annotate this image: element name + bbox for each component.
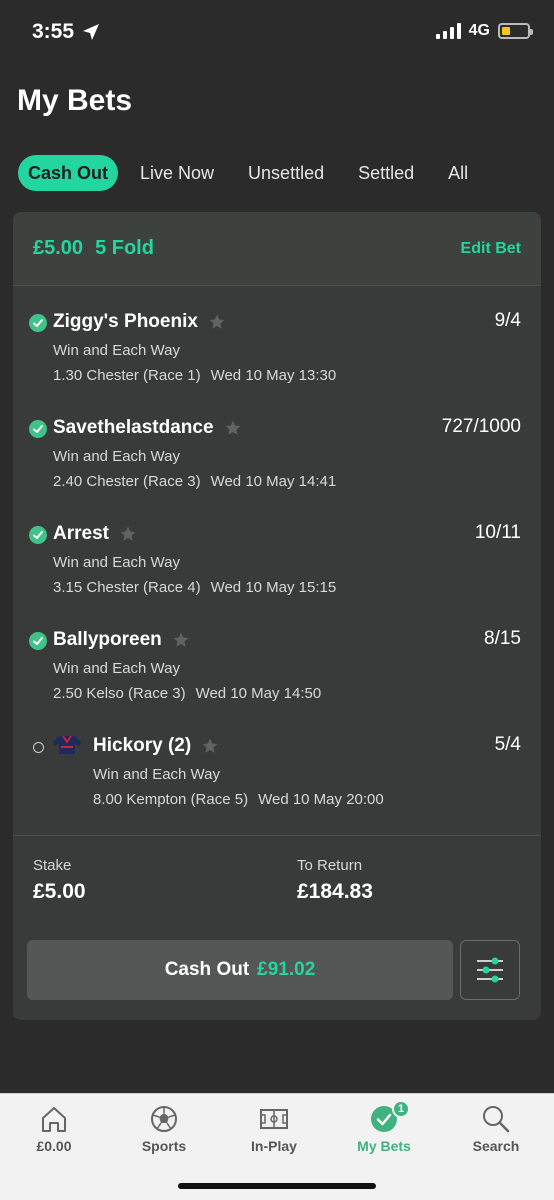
bet-filter-tabs: Cash Out Live Now Unsettled Settled All: [18, 155, 492, 191]
selection-race: 2.40 Chester (Race 3): [53, 473, 201, 490]
selection-time: Wed 10 May 13:30: [210, 367, 337, 384]
cash-out-settings-button[interactable]: [460, 940, 520, 1000]
battery-icon: [498, 23, 533, 39]
sliders-icon: [477, 957, 503, 983]
divider: [13, 835, 541, 836]
selection-race-info: 1.30 Chester (Race 1) Wed 10 May 13:30: [53, 367, 541, 384]
search-icon: [483, 1106, 510, 1133]
nav-sports[interactable]: Sports: [114, 1104, 214, 1154]
battery-fill: [502, 27, 511, 35]
selection-odds: 8/15: [484, 628, 521, 649]
selection-market: Win and Each Way: [53, 342, 180, 359]
tab-unsettled[interactable]: Unsettled: [238, 155, 334, 191]
bet-stake-header: £5.00: [33, 237, 84, 259]
nav-label: Search: [472, 1138, 520, 1154]
selection-odds: 727/1000: [441, 416, 521, 437]
selection-item: Ziggy's Phoenix Win and Each Way 1.30 Ch…: [13, 308, 541, 414]
selection-odds: 10/11: [474, 522, 521, 543]
nav-in-play[interactable]: In-Play: [224, 1104, 324, 1154]
cash-out-button[interactable]: Cash Out £91.02: [27, 940, 453, 1000]
location-arrow-icon: [83, 24, 100, 40]
selection-race-info: 2.40 Chester (Race 3) Wed 10 May 14:41: [53, 473, 541, 490]
edit-bet-button[interactable]: Edit Bet: [461, 240, 521, 258]
selection-item: Arrest Win and Each Way 3.15 Chester (Ra…: [13, 520, 541, 626]
clock: 3:55: [32, 20, 75, 43]
selection-odds: 9/4: [494, 310, 521, 331]
return-value: £184.83: [297, 880, 373, 903]
selection-time: Wed 10 May 20:00: [258, 791, 384, 808]
selection-item: Ballyporeen Win and Each Way 2.50 Kelso …: [13, 626, 541, 732]
star-icon[interactable]: [119, 525, 137, 543]
bet-card: £5.00 5 Fold Edit Bet Ziggy's Phoenix Wi…: [13, 212, 541, 1020]
home-icon: [42, 1107, 66, 1132]
tab-cash-out[interactable]: Cash Out: [18, 155, 119, 191]
selection-race-info: 3.15 Chester (Race 4) Wed 10 May 15:15: [53, 579, 541, 596]
selection-name: Ziggy's Phoenix: [53, 311, 198, 332]
cash-out-label: Cash Out: [164, 959, 250, 980]
selection-market: Win and Each Way: [53, 660, 180, 677]
nav-label: £0.00: [36, 1138, 72, 1154]
status-indicators: 4G: [435, 22, 533, 40]
selection-time: Wed 10 May 14:50: [195, 685, 322, 702]
home-indicator: [178, 1183, 376, 1189]
selection-race: 1.30 Chester (Race 1): [53, 367, 201, 384]
selection-race: 8.00 Kempton (Race 5): [93, 791, 249, 808]
signal-icon: [435, 23, 461, 39]
selection-name: Ballyporeen: [53, 629, 162, 650]
cash-out-amount: £91.02: [257, 959, 316, 980]
selection-race: 2.50 Kelso (Race 3): [53, 685, 186, 702]
tab-settled[interactable]: Settled: [348, 155, 424, 191]
star-icon[interactable]: [208, 313, 226, 331]
nav-search[interactable]: Search: [446, 1104, 546, 1154]
nav-label: In-Play: [251, 1138, 297, 1154]
page-title: My Bets: [17, 84, 133, 117]
star-icon[interactable]: [172, 631, 190, 649]
nav-my-bets[interactable]: 1 My Bets: [334, 1100, 434, 1154]
return-summary: To Return £184.83: [297, 857, 373, 904]
selection-market: Win and Each Way: [53, 448, 180, 465]
nav-label: Sports: [141, 1138, 187, 1154]
selection-race-info: 8.00 Kempton (Race 5) Wed 10 May 20:00: [93, 791, 541, 808]
check-circle-icon: [29, 420, 47, 438]
nav-badge: 1: [392, 1100, 410, 1118]
tab-live-now[interactable]: Live Now: [130, 155, 224, 191]
football-icon: [151, 1106, 177, 1132]
selection-market: Win and Each Way: [93, 766, 220, 783]
bet-card-header: £5.00 5 Fold Edit Bet: [13, 212, 541, 286]
bet-title: £5.00 5 Fold: [33, 237, 154, 260]
selection-name: Savethelastdance: [53, 417, 214, 438]
status-time: 3:55: [32, 20, 100, 44]
nav-label: My Bets: [357, 1138, 411, 1154]
selection-market: Win and Each Way: [53, 554, 180, 571]
pending-circle-icon: [33, 742, 44, 753]
selection-item: Savethelastdance Win and Each Way 2.40 C…: [13, 414, 541, 520]
bet-type: 5 Fold: [95, 237, 154, 259]
star-icon[interactable]: [201, 737, 219, 755]
tab-all[interactable]: All: [438, 155, 478, 191]
status-bar: 3:55 4G: [0, 0, 554, 70]
stake-label: Stake: [33, 857, 72, 874]
selection-odds: 5/4: [494, 734, 521, 755]
star-icon[interactable]: [224, 419, 242, 437]
selection-name: Arrest: [53, 523, 109, 544]
selection-item: Hickory (2) Win and Each Way 8.00 Kempto…: [13, 732, 541, 838]
check-circle-icon: [29, 632, 47, 650]
nav-balance[interactable]: £0.00: [4, 1104, 104, 1154]
check-circle-icon: [29, 526, 47, 544]
stake-summary: Stake £5.00: [33, 857, 86, 904]
selection-time: Wed 10 May 14:41: [210, 473, 337, 490]
jockey-silks-icon: [53, 735, 81, 754]
check-circle-icon: [29, 314, 47, 332]
network-type: 4G: [468, 22, 490, 39]
return-label: To Return: [297, 857, 363, 874]
selection-time: Wed 10 May 15:15: [210, 579, 337, 596]
selection-race-info: 2.50 Kelso (Race 3) Wed 10 May 14:50: [53, 685, 541, 702]
selection-race: 3.15 Chester (Race 4): [53, 579, 201, 596]
stake-value: £5.00: [33, 880, 86, 903]
selection-name: Hickory (2): [93, 735, 192, 756]
pitch-icon: [260, 1109, 288, 1129]
